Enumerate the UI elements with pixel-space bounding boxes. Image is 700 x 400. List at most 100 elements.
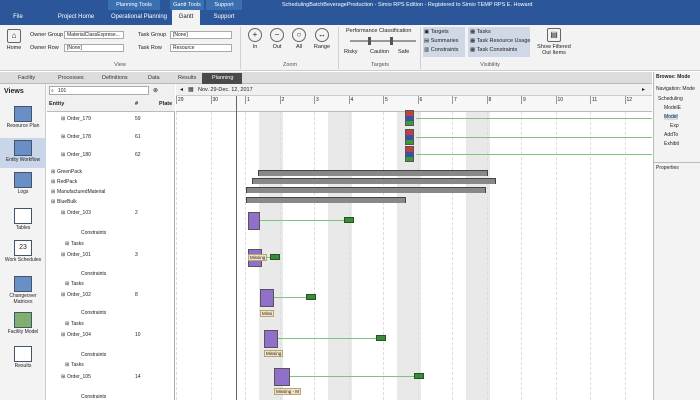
- document-tabs: Facility Processes Definitions Data Resu…: [0, 72, 652, 84]
- home-label: Home: [6, 45, 22, 51]
- task-bar[interactable]: [405, 129, 414, 145]
- target-flag-icon[interactable]: [344, 217, 354, 223]
- zoom-range-button[interactable]: ↔ Range: [312, 28, 332, 50]
- show-filtered-out-button[interactable]: ▤ Show Filtered Out Items: [536, 28, 572, 56]
- expand-icon[interactable]: ⊞: [51, 167, 55, 177]
- doc-tab-facility[interactable]: Facility: [8, 73, 48, 84]
- home-icon: ⌂: [7, 29, 21, 43]
- visibility-constraints[interactable]: ▥ Constraints: [424, 46, 459, 54]
- tree-item-modele[interactable]: ModelE: [664, 105, 681, 111]
- expand-icon[interactable]: ⊞: [61, 250, 65, 260]
- zoom-all-button[interactable]: ○ All: [290, 28, 308, 50]
- tree-item-model[interactable]: Model: [664, 114, 678, 120]
- view-tables[interactable]: Tables: [0, 208, 46, 236]
- task-row-combo[interactable]: Resource: [170, 44, 232, 52]
- view-results[interactable]: Results: [0, 346, 46, 374]
- visibility-task-constraints[interactable]: ▦ Task Constraints: [470, 46, 517, 54]
- entity-label: Constraints: [81, 310, 107, 316]
- expand-icon[interactable]: ⊞: [61, 372, 65, 382]
- target-flag-icon[interactable]: [376, 335, 386, 341]
- expand-icon[interactable]: ⊞: [51, 187, 55, 197]
- summary-bar[interactable]: [252, 178, 496, 184]
- tasks-icon: ▦: [470, 29, 477, 35]
- expand-icon[interactable]: ⊞: [51, 177, 55, 187]
- expand-icon[interactable]: ⊞: [61, 208, 65, 218]
- doc-tab-data[interactable]: Data: [138, 73, 168, 84]
- entity-number: 2: [135, 210, 138, 216]
- task-bar[interactable]: [274, 368, 290, 386]
- perf-slider-thumb-1[interactable]: [368, 37, 371, 45]
- summary-bar[interactable]: [246, 187, 486, 193]
- timeline-day: 12: [624, 96, 653, 104]
- task-bar[interactable]: [264, 330, 278, 348]
- entity-label: Order_102: [67, 292, 91, 298]
- visibility-task-resource-usage[interactable]: ▦ Task Resource Usage: [470, 37, 530, 45]
- view-resource-plan[interactable]: Resource Plan: [0, 106, 46, 134]
- doc-tab-results[interactable]: Results: [168, 73, 202, 84]
- tab-gantt[interactable]: Gantt: [172, 10, 200, 25]
- expand-icon[interactable]: ⊞: [51, 197, 55, 207]
- expand-icon[interactable]: ⊞: [61, 330, 65, 340]
- perf-slider[interactable]: [350, 40, 416, 42]
- tree-item-scheduling[interactable]: Scheduling: [658, 96, 683, 102]
- zoom-in-button[interactable]: + In: [246, 28, 264, 50]
- doc-tab-planning[interactable]: Planning: [202, 73, 242, 84]
- owner-row-combo[interactable]: [None]: [64, 44, 124, 52]
- task-row-label: Task Row: [138, 45, 162, 51]
- task-bar[interactable]: [405, 110, 414, 126]
- doc-tab-definitions[interactable]: Definitions: [92, 73, 138, 84]
- view-work-schedules[interactable]: 23 Work Schedules: [0, 240, 46, 268]
- expand-icon[interactable]: ⊞: [65, 279, 69, 289]
- task-bar[interactable]: [405, 146, 414, 162]
- entity-label: RedPack: [57, 179, 78, 185]
- doc-tab-processes[interactable]: Processes: [48, 73, 92, 84]
- entity-label: Tasks: [71, 241, 84, 247]
- tree-item-exp[interactable]: Exp: [670, 123, 679, 129]
- tab-project-home[interactable]: Project Home: [50, 10, 102, 25]
- task-bar[interactable]: [260, 289, 274, 307]
- tables-icon: [14, 208, 32, 224]
- perf-slider-thumb-2[interactable]: [390, 37, 393, 45]
- view-logs-label: Logs: [17, 189, 29, 195]
- scroll-right-icon[interactable]: ▸: [642, 86, 645, 93]
- view-logs[interactable]: Logs: [0, 172, 46, 200]
- tree-item-exhibit[interactable]: Exhibit: [664, 141, 679, 147]
- expand-icon[interactable]: ⊞: [61, 132, 65, 142]
- entity-search-input[interactable]: ⌕ 101: [49, 86, 149, 95]
- visibility-summaries[interactable]: ▤ Summaries: [424, 37, 459, 45]
- scroll-left-icon[interactable]: ◂: [180, 86, 183, 93]
- tab-file[interactable]: File: [0, 10, 36, 25]
- gantt-gridline: [348, 112, 350, 400]
- target-flag-icon[interactable]: [270, 254, 280, 260]
- visibility-targets[interactable]: ▣ Targets: [424, 28, 449, 36]
- expand-icon[interactable]: ⊞: [65, 239, 69, 249]
- task-bar[interactable]: [248, 212, 260, 230]
- task-group-combo[interactable]: [None]: [170, 31, 232, 39]
- navigation-label: Navigation: Mode: [656, 86, 695, 92]
- view-entity-workflow[interactable]: Entity Workflow: [0, 138, 46, 168]
- owner-group-combo[interactable]: MaterialClassExprese...: [64, 31, 124, 39]
- summary-bar[interactable]: [258, 170, 488, 176]
- gantt-timeline-header: 29 30 1 2 3 4 5 6 7 8 9 10 11 12: [176, 96, 652, 112]
- view-changeover-matrices[interactable]: Changeover Matrices: [0, 276, 46, 308]
- col-number-header[interactable]: #: [135, 101, 138, 107]
- expand-icon[interactable]: ⊞: [61, 290, 65, 300]
- search-clear-icon[interactable]: ⊗: [153, 87, 158, 94]
- calendar-small-icon[interactable]: ▦: [188, 86, 194, 93]
- summary-bar[interactable]: [246, 197, 406, 203]
- col-plate-header[interactable]: Plate: [159, 101, 172, 107]
- target-flag-icon[interactable]: [414, 373, 424, 379]
- target-flag-icon[interactable]: [306, 294, 316, 300]
- tab-support[interactable]: Support: [206, 10, 242, 25]
- view-facility-model[interactable]: Facility Model: [0, 312, 46, 340]
- expand-icon[interactable]: ⊞: [61, 114, 65, 124]
- tab-operational-planning[interactable]: Operational Planning: [108, 10, 170, 25]
- zoom-out-button[interactable]: − Out: [268, 28, 286, 50]
- expand-icon[interactable]: ⊞: [65, 319, 69, 329]
- col-entity-header[interactable]: Entity: [49, 101, 64, 107]
- expand-icon[interactable]: ⊞: [61, 150, 65, 160]
- tree-item-addto[interactable]: AddTo: [664, 132, 678, 138]
- expand-icon[interactable]: ⊞: [65, 360, 69, 370]
- home-button[interactable]: ⌂ Home: [4, 29, 24, 51]
- visibility-tasks[interactable]: ▦ Tasks: [470, 28, 491, 36]
